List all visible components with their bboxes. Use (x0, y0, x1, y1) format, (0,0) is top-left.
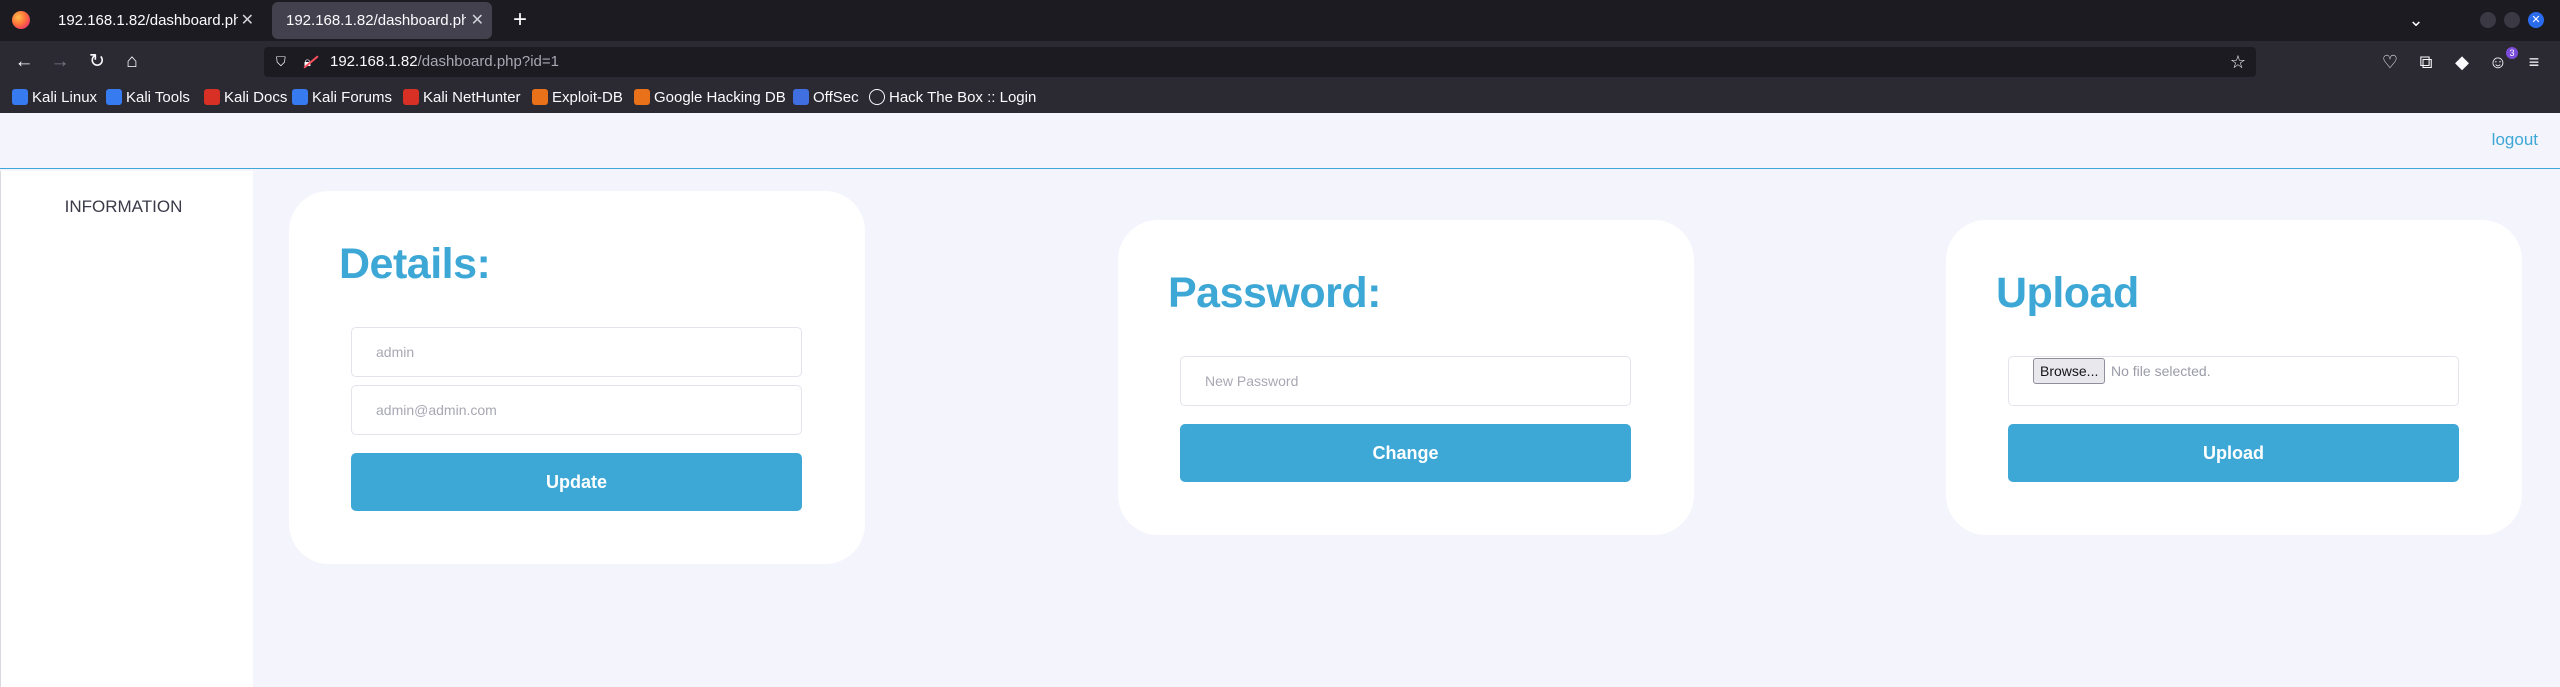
upload-button[interactable]: Upload (2008, 424, 2459, 482)
kali-tools-icon (106, 89, 122, 105)
bookmark-exploit-db[interactable]: Exploit-DB (532, 83, 623, 113)
tab-title: 192.168.1.82/dashboard.php?id=1 (58, 12, 238, 29)
kali-linux-icon (12, 89, 28, 105)
bookmark-label: Kali Forums (312, 89, 393, 106)
insecure-lock-icon[interactable]: 🔒︎ (304, 53, 318, 71)
top-header: logout (0, 113, 2560, 169)
minimize-window-button[interactable] (2480, 12, 2496, 28)
bookmark-kali-forums[interactable]: Kali Forums (292, 83, 392, 113)
tab-title: 192.168.1.82/dashboard.php?id=1 (286, 12, 466, 29)
forward-arrow-icon[interactable]: → (47, 49, 73, 75)
details-card: Details: Update (289, 191, 865, 564)
extensions-puzzle-icon[interactable]: ⧉ (2413, 49, 2439, 75)
bookmark-hack-the-box[interactable]: Hack The Box :: Login (869, 83, 1036, 113)
bookmark-label: Kali Tools (126, 89, 190, 106)
kali-forums-icon (292, 89, 308, 105)
firefox-logo-icon[interactable] (12, 11, 30, 29)
browser-tab-1[interactable]: 192.168.1.82/dashboard.php?id=1 ✕ (44, 2, 262, 39)
change-password-button[interactable]: Change (1180, 424, 1631, 482)
file-input[interactable]: Browse... No file selected. (2008, 356, 2459, 406)
chevron-down-icon[interactable]: ⌄ (2404, 8, 2428, 32)
bookmark-offsec[interactable]: OffSec (793, 83, 859, 113)
email-input[interactable] (351, 385, 802, 435)
browse-button[interactable]: Browse... (2033, 358, 2106, 384)
bookmark-label: Hack The Box :: Login (889, 89, 1037, 106)
google-hacking-db-icon (634, 89, 650, 105)
bookmarks-toolbar: Kali Linux Kali Tools Kali Docs Kali For… (0, 83, 2560, 113)
url-host: 192.168.1.82 (330, 53, 418, 70)
password-title: Password: (1168, 269, 1381, 317)
bookmark-kali-tools[interactable]: Kali Tools (106, 83, 190, 113)
password-card: Password: Change (1118, 220, 1694, 535)
bookmark-label: Kali Docs (224, 89, 288, 106)
username-input[interactable] (351, 327, 802, 377)
kali-docs-icon (204, 89, 220, 105)
bookmark-google-hacking-db[interactable]: Google Hacking DB (634, 83, 786, 113)
reload-icon[interactable]: ↻ (84, 49, 110, 75)
shield-icon[interactable]: ⛉ (276, 53, 292, 71)
url-path: /dashboard.php?id=1 (417, 53, 559, 70)
bookmark-kali-nethunter[interactable]: Kali NetHunter (403, 83, 521, 113)
kali-nethunter-icon (403, 89, 419, 105)
bookmark-kali-docs[interactable]: Kali Docs (204, 83, 287, 113)
tab-close-icon[interactable]: ✕ (241, 2, 254, 39)
update-button[interactable]: Update (351, 453, 802, 511)
bookmark-star-icon[interactable]: ☆ (2230, 51, 2246, 73)
offsec-icon (793, 89, 809, 105)
menu-hamburger-icon[interactable]: ≡ (2521, 49, 2547, 75)
exploit-db-icon (532, 89, 548, 105)
details-title: Details: (339, 240, 491, 288)
bookmark-label: Exploit-DB (552, 89, 623, 106)
new-password-input[interactable] (1180, 356, 1631, 406)
logout-link[interactable]: logout (2492, 130, 2538, 150)
extension-icon[interactable]: ◆ (2449, 49, 2475, 75)
new-tab-button[interactable]: + (505, 5, 535, 35)
maximize-window-button[interactable] (2504, 12, 2520, 28)
sidebar: INFORMATION (0, 171, 253, 687)
page-content: logout INFORMATION Details: Update Passw… (0, 113, 2560, 687)
browser-tab-2-active[interactable]: 192.168.1.82/dashboard.php?id=1 ✕ (272, 2, 492, 39)
bookmark-label: Google Hacking DB (654, 89, 786, 106)
tab-close-icon[interactable]: ✕ (471, 2, 484, 39)
upload-title: Upload (1996, 269, 2139, 317)
url-text[interactable]: 192.168.1.82/dashboard.php?id=1 (330, 47, 559, 77)
account-icon[interactable]: ☺ (2485, 49, 2511, 75)
pocket-icon[interactable]: ♡ (2377, 49, 2403, 75)
bookmark-label: Kali NetHunter (423, 89, 521, 106)
browser-tab-bar: 192.168.1.82/dashboard.php?id=1 ✕ 192.16… (0, 0, 2560, 41)
home-icon[interactable]: ⌂ (119, 49, 145, 75)
back-arrow-icon[interactable]: ← (11, 49, 37, 75)
sidebar-item-information[interactable]: INFORMATION (1, 197, 246, 217)
bookmark-kali-linux[interactable]: Kali Linux (12, 83, 97, 113)
close-window-button[interactable]: ✕ (2528, 12, 2544, 28)
upload-card: Upload Browse... No file selected. Uploa… (1946, 220, 2522, 535)
bookmark-label: OffSec (813, 89, 859, 106)
file-status-text: No file selected. (2111, 363, 2211, 379)
address-bar[interactable]: ⛉ 🔒︎ 192.168.1.82/dashboard.php?id=1 ☆ (264, 47, 2256, 77)
globe-icon (869, 89, 885, 105)
bookmark-label: Kali Linux (32, 89, 98, 106)
